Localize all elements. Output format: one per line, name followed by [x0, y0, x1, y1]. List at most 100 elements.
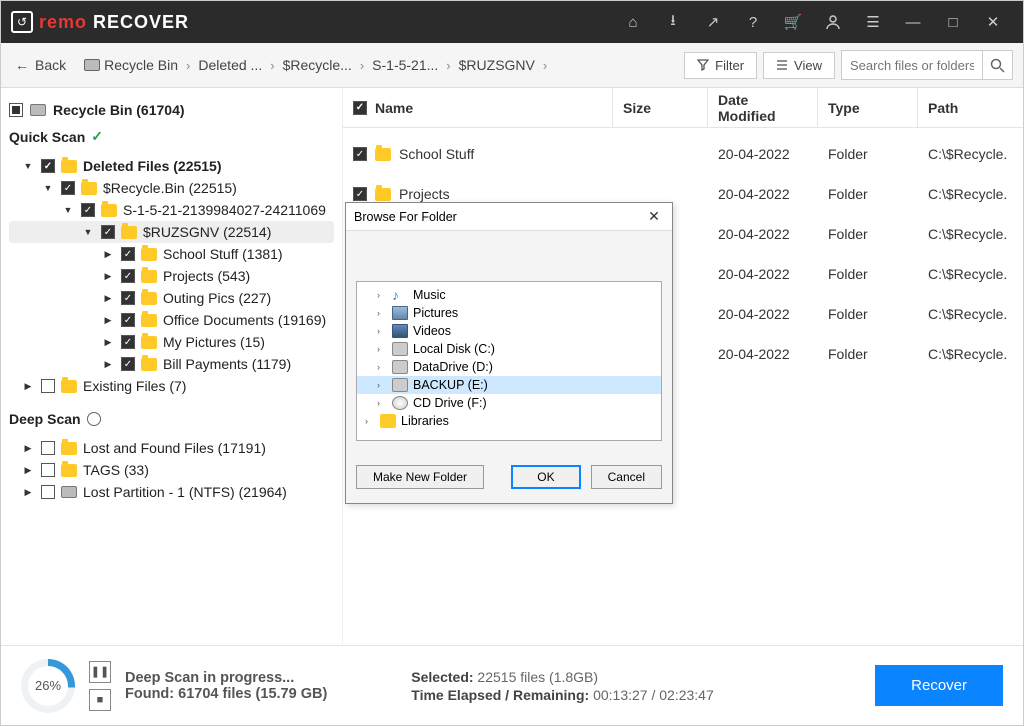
col-date[interactable]: Date Modified [708, 88, 818, 127]
expand-icon[interactable] [21, 443, 35, 454]
col-name[interactable]: ✓ Name [343, 88, 613, 127]
file-date: 20-04-2022 [708, 226, 818, 242]
tree-item[interactable]: TAGS (33) [9, 459, 334, 481]
cart-icon[interactable]: 🛒 [773, 1, 813, 43]
expand-icon[interactable] [21, 381, 35, 392]
tree-item[interactable]: Lost and Found Files (17191) [9, 437, 334, 459]
tree-item[interactable]: ✓$RUZSGNV (22514) [9, 221, 334, 243]
breadcrumb-item[interactable]: Deleted ... [198, 57, 262, 73]
checkbox-icon[interactable]: ✓ [41, 159, 55, 173]
home-icon[interactable]: ⌂ [613, 1, 653, 43]
expand-icon[interactable] [21, 161, 35, 171]
tree-item[interactable]: ✓Office Documents (19169) [9, 309, 334, 331]
tree-item[interactable]: ✓My Pictures (15) [9, 331, 334, 353]
filter-button[interactable]: Filter [684, 52, 757, 79]
menu-icon[interactable]: ☰ [853, 1, 893, 43]
checkbox-icon[interactable]: ✓ [121, 269, 135, 283]
expand-icon[interactable] [81, 227, 95, 237]
checkbox-icon[interactable]: ✓ [353, 187, 367, 201]
export-icon[interactable]: ↗ [693, 1, 733, 43]
dialog-tree-item[interactable]: ›♪Music [357, 286, 661, 304]
checkbox-icon[interactable]: ✓ [121, 357, 135, 371]
search-input[interactable] [842, 58, 982, 73]
tree-root[interactable]: Recycle Bin (61704) [9, 102, 334, 118]
checkbox-icon[interactable]: ✓ [353, 101, 367, 115]
col-type[interactable]: Type [818, 88, 918, 127]
checkbox-icon[interactable] [41, 379, 55, 393]
close-icon[interactable]: ✕ [973, 1, 1013, 43]
tree-item[interactable]: Existing Files (7) [9, 375, 334, 397]
ok-button[interactable]: OK [511, 465, 580, 489]
checkbox-icon[interactable] [41, 485, 55, 499]
expand-icon[interactable]: › [377, 344, 387, 354]
dialog-titlebar[interactable]: Browse For Folder ✕ [346, 203, 672, 231]
col-path[interactable]: Path [918, 88, 1023, 127]
dialog-close-button[interactable]: ✕ [644, 207, 664, 227]
breadcrumb-item[interactable]: $RUZSGNV [459, 57, 535, 73]
breadcrumb-item[interactable]: S-1-5-21... [372, 57, 438, 73]
tree-item[interactable]: ✓$Recycle.Bin (22515) [9, 177, 334, 199]
breadcrumb-item[interactable]: Recycle Bin [84, 57, 178, 73]
expand-icon[interactable] [101, 315, 115, 326]
checkbox-icon[interactable]: ✓ [81, 203, 95, 217]
checkbox-icon[interactable]: ✓ [353, 147, 367, 161]
checkbox-icon[interactable] [41, 463, 55, 477]
tree-label: Outing Pics (227) [163, 290, 271, 306]
breadcrumb-item[interactable]: $Recycle... [283, 57, 352, 73]
expand-icon[interactable]: › [377, 380, 387, 390]
back-button[interactable]: ← Back [11, 53, 70, 77]
checkbox-icon[interactable]: ✓ [121, 313, 135, 327]
expand-icon[interactable]: › [377, 326, 387, 336]
dialog-tree-item[interactable]: ›DataDrive (D:) [357, 358, 661, 376]
tree-item[interactable]: ✓School Stuff (1381) [9, 243, 334, 265]
dialog-tree-item[interactable]: ›Local Disk (C:) [357, 340, 661, 358]
tree-item[interactable]: Lost Partition - 1 (NTFS) (21964) [9, 481, 334, 503]
expand-icon[interactable] [21, 465, 35, 476]
tree-item[interactable]: ✓ Outing Pics (227) [9, 287, 334, 309]
expand-icon[interactable]: › [365, 416, 375, 426]
expand-icon[interactable]: › [377, 308, 387, 318]
user-icon[interactable] [813, 1, 853, 43]
expand-icon[interactable] [41, 183, 55, 193]
search-button[interactable] [982, 50, 1012, 80]
checkbox-icon[interactable]: ✓ [121, 335, 135, 349]
checkbox-icon[interactable]: ✓ [121, 247, 135, 261]
table-row[interactable]: ✓School Stuff20-04-2022FolderC:\$Recycle… [343, 134, 1023, 174]
make-new-folder-button[interactable]: Make New Folder [356, 465, 484, 489]
pause-button[interactable]: ❚❚ [89, 661, 111, 683]
view-button[interactable]: View [763, 52, 835, 79]
expand-icon[interactable] [21, 487, 35, 498]
checkbox-icon[interactable]: ✓ [121, 291, 135, 305]
maximize-icon[interactable]: □ [933, 1, 973, 43]
expand-icon[interactable] [101, 337, 115, 348]
tree-item[interactable]: ✓Deleted Files (22515) [9, 155, 334, 177]
expand-icon[interactable] [101, 249, 115, 260]
download-icon[interactable]: ⭳ [653, 1, 693, 43]
cancel-button[interactable]: Cancel [591, 465, 662, 489]
tree-item[interactable]: ✓Bill Payments (1179) [9, 353, 334, 375]
checkbox-icon[interactable]: ✓ [61, 181, 75, 195]
checkbox-icon[interactable] [41, 441, 55, 455]
tree-item[interactable]: ✓S-1-5-21-2139984027-24211069 [9, 199, 334, 221]
dialog-tree-item[interactable]: ›Videos [357, 322, 661, 340]
minimize-icon[interactable]: — [893, 1, 933, 43]
expand-icon[interactable] [101, 271, 115, 282]
expand-icon[interactable]: › [377, 362, 387, 372]
expand-icon[interactable] [101, 293, 115, 304]
expand-icon[interactable]: › [377, 398, 387, 408]
dialog-tree-item[interactable]: ›Pictures [357, 304, 661, 322]
recover-button[interactable]: Recover [875, 665, 1003, 706]
dialog-tree-item[interactable]: ›Libraries [357, 412, 661, 430]
expand-icon[interactable] [61, 205, 75, 215]
expand-icon[interactable] [101, 359, 115, 370]
help-icon[interactable]: ? [733, 1, 773, 43]
tree-item[interactable]: ✓Projects (543) [9, 265, 334, 287]
expand-icon[interactable]: › [377, 290, 387, 300]
dialog-tree-item[interactable]: ›CD Drive (F:) [357, 394, 661, 412]
checkbox-icon[interactable] [9, 103, 23, 117]
checkbox-icon[interactable]: ✓ [101, 225, 115, 239]
dialog-folder-tree[interactable]: ›♪Music›Pictures›Videos›Local Disk (C:)›… [356, 281, 662, 441]
dialog-tree-item[interactable]: ›BACKUP (E:) [357, 376, 661, 394]
col-size[interactable]: Size [613, 88, 708, 127]
stop-button[interactable]: ■ [89, 689, 111, 711]
